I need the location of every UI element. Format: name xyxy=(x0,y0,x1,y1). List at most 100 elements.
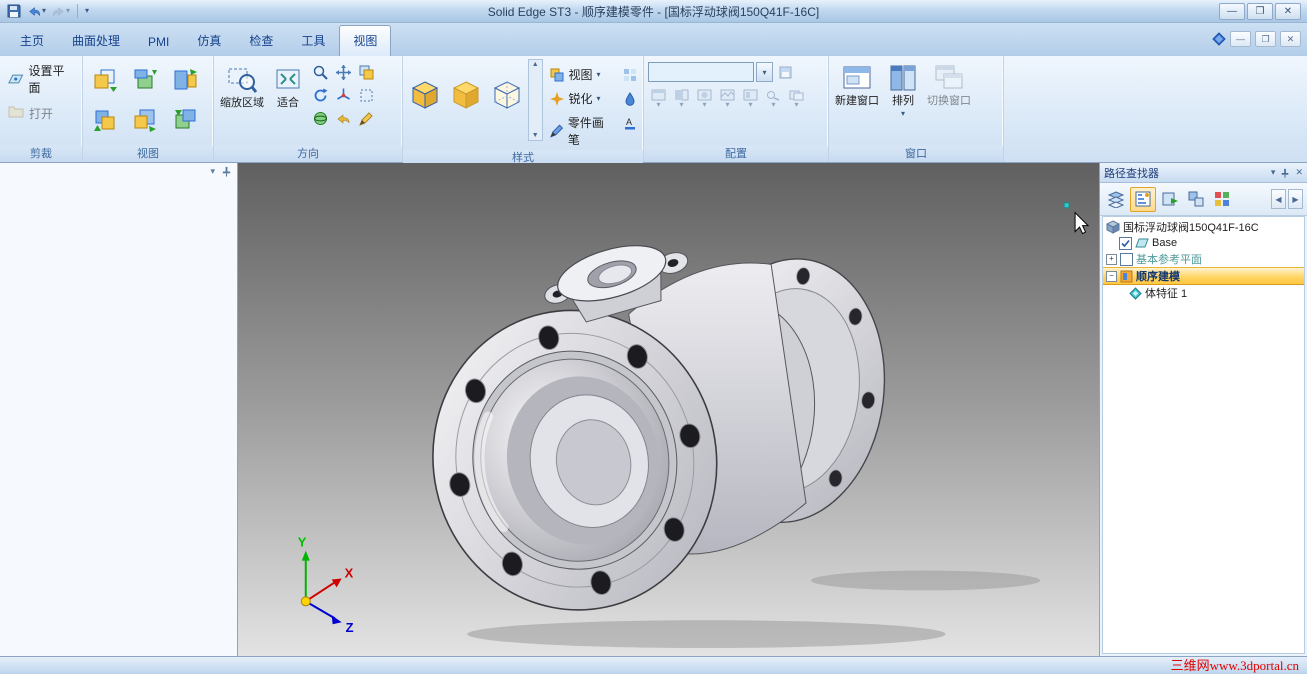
ribbon-group-clip: 设置平面 打开 剪裁 xyxy=(0,56,83,162)
pf-pathfinder-button[interactable] xyxy=(1130,186,1156,212)
set-plane-button[interactable]: 设置平面 xyxy=(3,59,79,99)
rotate-button[interactable] xyxy=(309,84,331,106)
pf-scroll-left-button[interactable]: ◀ xyxy=(1271,189,1286,209)
view-dimetric-button[interactable] xyxy=(126,101,164,139)
pf-sensors-button[interactable] xyxy=(1210,188,1234,211)
sharpen-button[interactable]: 锐化 ▾ xyxy=(545,88,618,109)
save-configuration-button[interactable] xyxy=(775,62,795,82)
pf-scroll-right-button[interactable]: ▶ xyxy=(1288,189,1303,209)
pathfinder-close-icon[interactable]: ✕ xyxy=(1295,167,1303,178)
zoom-area-button[interactable]: 缩放区域 xyxy=(217,59,267,111)
tab-pmi[interactable]: PMI xyxy=(134,28,183,56)
graphics-viewport[interactable]: Y X Z xyxy=(238,163,1099,656)
tab-simulation[interactable]: 仿真 xyxy=(183,25,235,56)
previous-view-button[interactable] xyxy=(332,107,354,129)
undo-button[interactable]: ▾ xyxy=(25,2,48,20)
ribbon: 设置平面 打开 剪裁 视图 缩放区域 适合 方向 ▲ ▼ 视图 ▾ 锐化 ▾ 零… xyxy=(0,56,1307,166)
part-painter-button[interactable]: 零件画笔 xyxy=(545,112,618,150)
arrange-button[interactable]: 排列 ▾ xyxy=(884,59,922,119)
fit-button[interactable]: 适合 xyxy=(269,59,307,111)
spin-button[interactable] xyxy=(309,107,331,129)
minimize-button[interactable]: — xyxy=(1219,2,1245,20)
maximize-button[interactable]: ❐ xyxy=(1247,2,1273,20)
config-tool-6-button[interactable]: ▾ xyxy=(763,88,784,110)
style-shaded-button[interactable] xyxy=(447,63,486,125)
ribbon-group-configuration: ▾ ▾ ▾ ▾ ▾ ▾ ▾ ▾ 配置 xyxy=(644,56,829,162)
zoom-button[interactable] xyxy=(309,61,331,83)
base-checkbox[interactable] xyxy=(1119,236,1132,250)
pf-feature-library-button[interactable] xyxy=(1158,188,1182,211)
ordered-collapse-icon[interactable]: − xyxy=(1106,270,1117,282)
new-window-button[interactable]: 新建窗口 xyxy=(832,59,882,109)
view-right-button[interactable] xyxy=(166,61,204,99)
tree-row-feature[interactable]: 体特征 1 xyxy=(1103,285,1304,301)
pan-button[interactable] xyxy=(332,61,354,83)
text-color-button[interactable]: A xyxy=(620,113,640,133)
group-label-views: 视图 xyxy=(83,146,213,162)
style-gallery-scrollbar[interactable]: ▲ ▼ xyxy=(527,59,543,141)
texture-button[interactable] xyxy=(620,65,640,85)
water-drop-button[interactable] xyxy=(620,89,640,109)
tree-row-root[interactable]: 国标浮动球阀150Q41F-16C xyxy=(1103,219,1304,235)
configuration-combobox-caret[interactable]: ▾ xyxy=(756,62,773,82)
save-icon xyxy=(7,4,21,18)
left-panel-pin-icon[interactable] xyxy=(221,166,232,177)
view-top-icon xyxy=(134,69,157,89)
qat-customize-button[interactable]: ▾ xyxy=(83,2,91,20)
ref-planes-expand-icon[interactable]: + xyxy=(1106,253,1117,265)
style-tiny-column: A xyxy=(620,59,640,133)
pf-layers-button[interactable] xyxy=(1104,188,1128,211)
view-trimetric-button[interactable] xyxy=(166,101,204,139)
tree-row-base[interactable]: Base xyxy=(1103,235,1304,251)
pathfinder-menu-icon[interactable]: ▾ xyxy=(1271,167,1276,178)
document-minimize-button[interactable]: — xyxy=(1230,31,1251,47)
tab-view[interactable]: 视图 xyxy=(339,25,392,56)
pathfinder-nav: ◀ ▶ xyxy=(1271,189,1303,209)
ref-planes-checkbox[interactable] xyxy=(1120,252,1133,266)
pathfinder-pin-icon[interactable] xyxy=(1280,168,1290,178)
left-panel-menu-icon[interactable]: ▾ xyxy=(210,166,215,177)
view-iso-button[interactable] xyxy=(86,101,124,139)
switch-window-button[interactable]: 切换窗口 xyxy=(924,59,974,109)
tab-surfacing[interactable]: 曲面处理 xyxy=(58,25,134,56)
document-close-button[interactable]: ✕ xyxy=(1280,31,1301,47)
config-tool-1-button[interactable]: ▾ xyxy=(648,88,669,110)
save-button[interactable] xyxy=(4,2,24,20)
sketch-view-button[interactable] xyxy=(355,107,377,129)
switch-window-label: 切换窗口 xyxy=(927,95,971,107)
previous-view-icon xyxy=(337,113,349,124)
config-tool-3-button[interactable]: ▾ xyxy=(694,88,715,110)
help-icon[interactable] xyxy=(1212,32,1226,46)
config-tool-5-button[interactable]: ▾ xyxy=(740,88,761,110)
config-tool-7-button[interactable]: ▾ xyxy=(786,88,807,110)
redo-button[interactable]: ▾ xyxy=(49,2,72,20)
tab-inspect[interactable]: 检查 xyxy=(235,25,287,56)
config-tool-2-button[interactable]: ▾ xyxy=(671,88,692,110)
tree-row-ordered[interactable]: − 顺序建模 xyxy=(1103,267,1304,285)
config-tool-4-button[interactable]: ▾ xyxy=(717,88,738,110)
qat-customize-icon: ▾ xyxy=(85,6,90,15)
tree-row-ref-planes[interactable]: + 基本参考平面 xyxy=(1103,251,1304,267)
common-views-button[interactable] xyxy=(332,84,354,106)
configuration-combobox[interactable] xyxy=(648,62,754,82)
tab-home[interactable]: 主页 xyxy=(6,25,58,56)
style-shaded-edges-button[interactable] xyxy=(406,63,445,125)
style-group-content: ▲ ▼ 视图 ▾ 锐化 ▾ 零件画笔 A xyxy=(403,56,643,150)
statusbar: 三维网www.3dportal.cn xyxy=(0,656,1307,673)
selection-handle[interactable] xyxy=(1063,202,1070,209)
view-top-button[interactable] xyxy=(126,61,164,99)
view-overrides-button[interactable]: 视图 ▾ xyxy=(545,64,618,85)
style-wireframe-button[interactable] xyxy=(487,63,526,125)
base-plane-icon xyxy=(1135,238,1149,248)
quick-access-toolbar: ▾ ▾ ▾ xyxy=(0,2,91,20)
sharpen-label: 锐化 xyxy=(568,92,593,106)
document-restore-button[interactable]: ❐ xyxy=(1255,31,1276,47)
open-clip-button[interactable]: 打开 xyxy=(3,101,79,125)
text-color-icon: A xyxy=(625,117,635,130)
tab-tools[interactable]: 工具 xyxy=(287,25,339,56)
view-front-button[interactable] xyxy=(86,61,124,99)
close-button[interactable]: ✕ xyxy=(1275,2,1301,20)
pf-family-button[interactable] xyxy=(1184,188,1208,211)
view-box-button[interactable] xyxy=(355,84,377,106)
named-views-button[interactable] xyxy=(355,61,377,83)
